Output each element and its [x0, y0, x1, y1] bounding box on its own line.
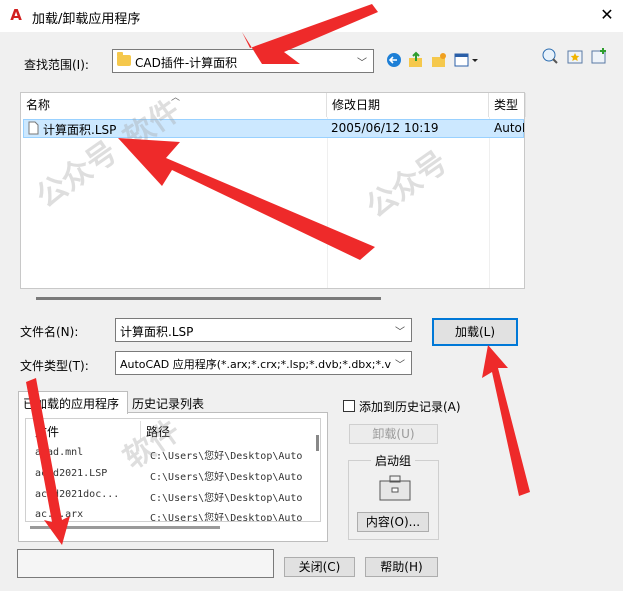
close-button[interactable]: 关闭(C) — [284, 557, 355, 577]
horizontal-scrollbar[interactable] — [36, 297, 381, 300]
back-icon[interactable] — [385, 51, 403, 69]
contents-button[interactable]: 内容(O)... — [357, 512, 429, 532]
chevron-down-icon: ﹀ — [357, 58, 367, 69]
vertical-scrollbar[interactable] — [316, 435, 319, 451]
list-item-path: C:\Users\您好\Desktop\Auto — [150, 513, 303, 522]
column-header-date[interactable]: 修改日期 — [327, 93, 489, 117]
add-history-checkbox[interactable] — [343, 400, 355, 412]
unload-button[interactable]: 卸载(U) — [349, 424, 438, 444]
list-item-file: acad.mnl — [35, 447, 84, 458]
list-item-path: C:\Users\您好\Desktop\Auto — [150, 493, 303, 504]
tab-loaded-apps[interactable]: 已加载的应用程序 — [18, 391, 128, 414]
up-folder-icon[interactable] — [407, 51, 425, 69]
load-button[interactable]: 加载(L) — [432, 318, 518, 346]
folder-icon — [117, 52, 131, 66]
chevron-down-icon: ﹀ — [395, 327, 405, 338]
add-favorite-icon[interactable] — [590, 47, 608, 65]
file-list[interactable]: 名称 ︿ 修改日期 类型 计算面积.LSP 2005/06/12 10:19 A… — [20, 92, 526, 289]
file-icon — [28, 121, 39, 138]
briefcase-icon — [378, 474, 412, 505]
list-item-path: C:\Users\您好\Desktop\Auto — [150, 472, 303, 483]
lookin-value: CAD插件-计算面积 — [135, 56, 238, 70]
file-name: 计算面积.LSP — [43, 123, 117, 137]
arrow-to-load — [482, 345, 530, 496]
column-header-file[interactable]: 文件 — [35, 423, 59, 440]
status-field — [17, 549, 274, 578]
favorites-folder-icon[interactable] — [566, 47, 584, 65]
help-button[interactable]: 帮助(H) — [365, 557, 438, 577]
filetype-label: 文件类型(T): — [20, 359, 89, 373]
filename-value: 计算面积.LSP — [120, 325, 194, 339]
filename-combo[interactable]: 计算面积.LSP ﹀ — [115, 318, 412, 342]
new-folder-icon[interactable] — [430, 51, 448, 69]
list-item-file: acad2021doc... — [35, 489, 120, 500]
loaded-list-hscrollbar[interactable] — [30, 526, 220, 529]
chevron-down-icon: ﹀ — [393, 356, 405, 371]
file-type: AutoL — [494, 121, 524, 135]
column-header-type[interactable]: 类型 — [489, 93, 526, 117]
startup-group-label: 启动组 — [371, 452, 416, 469]
add-history-label: 添加到历史记录(A) — [359, 400, 461, 414]
autocad-app-icon: A — [10, 6, 22, 24]
lookin-label: 查找范围(I): — [24, 58, 89, 72]
close-icon[interactable]: ✕ — [597, 4, 617, 26]
search-web-icon[interactable] — [541, 47, 559, 65]
list-item-file: ac...arx — [35, 509, 84, 520]
window-title: 加载/卸载应用程序 — [32, 12, 141, 27]
filetype-value: AutoCAD 应用程序(*.arx;*.crx;*.lsp;*.dvb;*.d… — [120, 358, 392, 371]
lookin-combo[interactable]: CAD插件-计算面积 ﹀ — [112, 49, 374, 73]
tab-history-list[interactable]: 历史记录列表 — [128, 393, 208, 417]
filename-label: 文件名(N): — [20, 325, 79, 339]
file-date: 2005/06/12 10:19 — [331, 121, 439, 135]
views-menu-icon[interactable] — [453, 51, 481, 69]
list-item-file: acad2021.LSP — [35, 468, 108, 479]
filetype-combo[interactable]: AutoCAD 应用程序(*.arx;*.crx;*.lsp;*.dvb;*.d… — [115, 351, 412, 375]
